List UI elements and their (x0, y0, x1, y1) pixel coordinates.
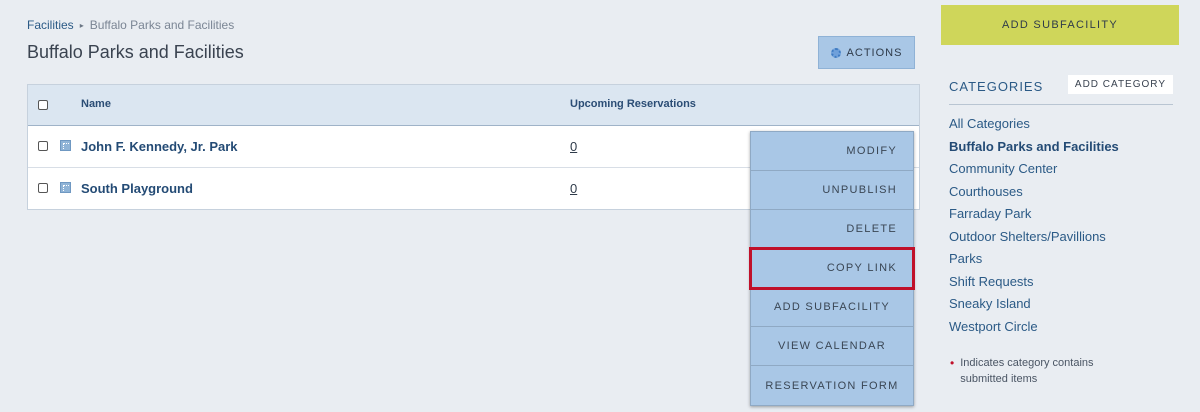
add-subfacility-button[interactable]: ADD SUBFACILITY (941, 5, 1179, 45)
bullet-icon: • (950, 356, 955, 370)
category-item[interactable]: Courthouses (949, 183, 1119, 206)
breadcrumb-facilities-link[interactable]: Facilities (27, 18, 74, 32)
actions-dropdown-menu: MODIFY UNPUBLISH DELETE COPY LINK ADD SU… (749, 131, 915, 406)
actions-button-label: ACTIONS (846, 46, 903, 59)
menu-item-view-calendar[interactable]: VIEW CALENDAR (751, 327, 913, 366)
upcoming-reservations-link[interactable]: 0 (570, 181, 577, 196)
upcoming-reservations-link[interactable]: 0 (570, 139, 577, 154)
building-icon (60, 182, 71, 193)
category-item[interactable]: Parks (949, 250, 1119, 273)
category-legend: • Indicates category contains submitted … (950, 355, 1130, 387)
column-header-upcoming-reservations[interactable]: Upcoming Reservations (570, 98, 696, 110)
menu-item-modify[interactable]: MODIFY (751, 132, 913, 171)
facility-name-link[interactable]: South Playground (81, 181, 193, 196)
menu-item-reservation-form[interactable]: RESERVATION FORM (751, 366, 913, 405)
category-item-active[interactable]: Buffalo Parks and Facilities (949, 138, 1119, 161)
menu-item-unpublish[interactable]: UNPUBLISH (751, 171, 913, 210)
category-item[interactable]: Outdoor Shelters/Pavillions (949, 228, 1119, 251)
breadcrumb-separator-icon: ▸ (79, 20, 84, 30)
menu-item-copy-link[interactable]: COPY LINK (749, 247, 915, 290)
category-item[interactable]: Farraday Park (949, 205, 1119, 228)
menu-item-add-subfacility[interactable]: ADD SUBFACILITY (751, 288, 913, 327)
row-checkbox[interactable] (38, 141, 48, 151)
category-item[interactable]: Community Center (949, 160, 1119, 183)
breadcrumb-current: Buffalo Parks and Facilities (89, 18, 235, 32)
category-item[interactable]: Westport Circle (949, 318, 1119, 341)
category-item[interactable]: Sneaky Island (949, 295, 1119, 318)
row-checkbox[interactable] (38, 183, 48, 193)
page-title: Buffalo Parks and Facilities (27, 42, 244, 62)
building-icon (60, 140, 71, 151)
add-category-button[interactable]: ADD CATEGORY (1067, 75, 1173, 94)
actions-button[interactable]: ACTIONS (818, 36, 915, 69)
category-item[interactable]: Shift Requests (949, 273, 1119, 296)
gear-icon (830, 47, 841, 58)
menu-item-delete[interactable]: DELETE (751, 210, 913, 249)
facility-name-link[interactable]: John F. Kennedy, Jr. Park (81, 139, 238, 154)
column-header-name[interactable]: Name (81, 98, 111, 110)
breadcrumb: Facilities ▸ Buffalo Parks and Facilitie… (27, 18, 234, 32)
category-list: All Categories Buffalo Parks and Facilit… (949, 115, 1119, 340)
categories-title: CATEGORIES (949, 79, 1044, 94)
select-all-checkbox[interactable] (38, 100, 48, 110)
table-header: Name Upcoming Reservations (28, 85, 919, 126)
category-item[interactable]: All Categories (949, 115, 1119, 138)
categories-header: CATEGORIES ADD CATEGORY (949, 75, 1173, 105)
legend-text: Indicates category contains submitted it… (960, 357, 1094, 385)
